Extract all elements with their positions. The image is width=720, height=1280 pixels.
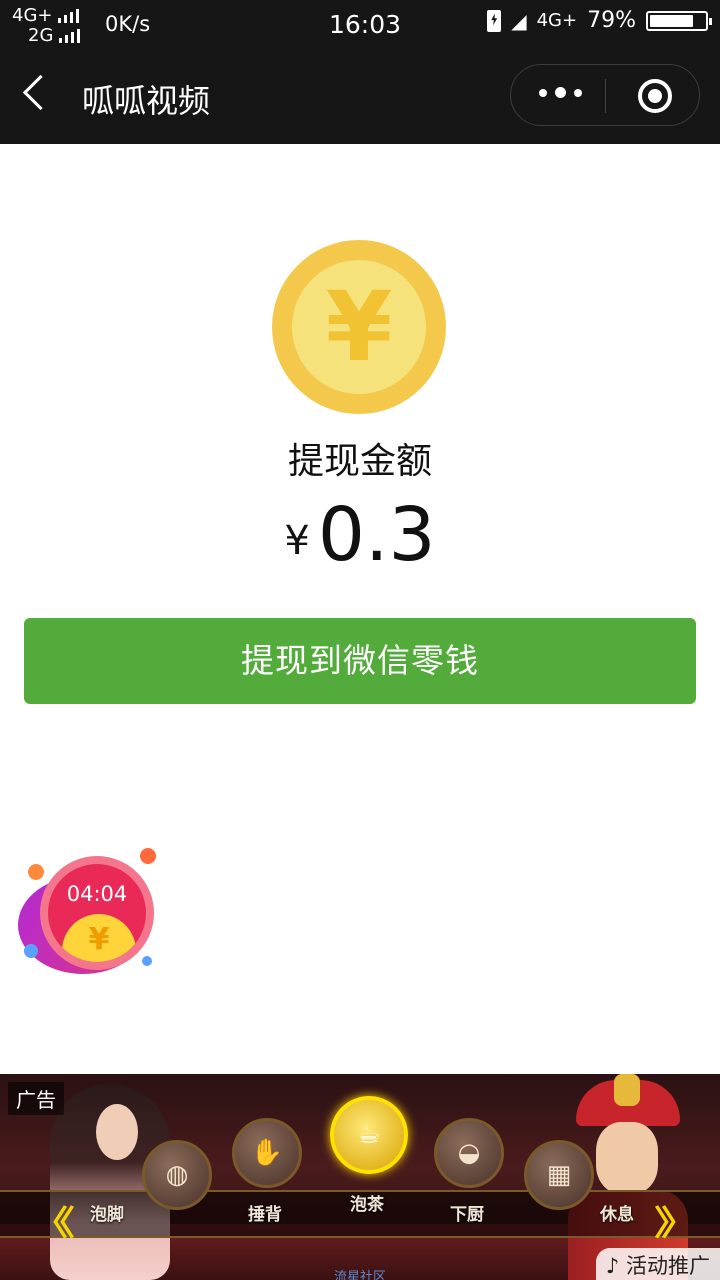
network-indicator: 4G+ 2G	[12, 5, 81, 46]
mini-program-capsule	[510, 64, 700, 126]
signal-icon	[58, 9, 80, 23]
mute-icon: ◢	[511, 8, 527, 33]
battery-percent: 79%	[587, 8, 636, 33]
network-right-label: 4G+	[536, 9, 578, 31]
tea-cup-icon: ☕	[330, 1096, 408, 1174]
withdraw-to-wechat-button[interactable]: 提现到微信零钱	[24, 618, 696, 704]
network-top-label: 4G+	[12, 5, 53, 26]
signal-icon	[59, 29, 81, 43]
close-mini-program-icon[interactable]	[638, 79, 672, 113]
promo-label: 活动推广	[626, 1254, 710, 1278]
battery-icon	[646, 10, 712, 31]
status-bar: 4G+ 2G 0K/s 16:03 ◢ 4G+ 79%	[0, 0, 720, 50]
floating-timer-widget[interactable]: 04:04 ¥	[18, 846, 168, 976]
system-indicators: ◢ 4G+ 79%	[487, 8, 712, 33]
page-title: 呱呱视频	[82, 82, 211, 120]
coin-icon: ¥	[272, 240, 446, 414]
chevron-right-icon: 〉〉	[654, 1204, 695, 1244]
more-icon[interactable]	[539, 87, 582, 98]
ad-item: 下厨	[450, 1205, 484, 1225]
decor-dot	[142, 956, 152, 966]
top-bar: 4G+ 2G 0K/s 16:03 ◢ 4G+ 79% 呱呱视频	[0, 0, 720, 144]
battery-level	[650, 14, 693, 27]
withdraw-amount-label: 提现金额	[287, 441, 432, 482]
timer-countdown: 04:04	[66, 882, 128, 906]
chevron-left-icon: 〈〈	[34, 1204, 75, 1244]
ad-label: 广告	[8, 1082, 64, 1115]
bed-icon: ▦	[524, 1140, 594, 1210]
timer-ring: 04:04 ¥	[40, 856, 154, 970]
amount-value: 0.3	[317, 492, 436, 578]
network-bottom-label: 2G	[28, 25, 54, 46]
ad-footer-text: 流星社区	[334, 1270, 387, 1280]
decor-dot	[24, 944, 38, 958]
network-speed: 0K/s	[105, 12, 151, 36]
foot-bath-icon: ◍	[142, 1140, 212, 1210]
ad-item-selected: 泡茶	[350, 1195, 384, 1215]
ad-item: 捶背	[248, 1205, 282, 1225]
capsule-divider	[605, 79, 606, 113]
ad-banner[interactable]: 〈〈 〉〉 ◍ ✋ ☕ ◒ ▦ 泡脚 捶背 泡茶 下厨 休息 广告 流星社区 ♪…	[0, 1074, 720, 1280]
charging-icon	[487, 9, 502, 32]
massage-icon: ✋	[232, 1118, 302, 1188]
currency-symbol: ¥	[284, 518, 310, 564]
character-face	[96, 1104, 138, 1160]
withdraw-amount: ¥0.3	[0, 492, 720, 578]
coin-symbol: ¥	[88, 922, 110, 957]
decor-dot	[140, 848, 156, 864]
ad-item: 休息	[600, 1205, 634, 1225]
promo-badge[interactable]: ♪ 活动推广	[595, 1248, 720, 1280]
navigation-bar: 呱呱视频	[0, 58, 720, 138]
decor-dot	[28, 864, 44, 880]
ad-item: 泡脚	[90, 1205, 124, 1225]
link-icon: ♪	[605, 1254, 626, 1278]
coin-icon: ¥	[62, 914, 136, 962]
coin-symbol: ¥	[325, 271, 393, 383]
back-icon[interactable]	[22, 74, 59, 111]
clock: 16:03	[329, 10, 402, 39]
rice-bowl-icon: ◒	[434, 1118, 504, 1188]
